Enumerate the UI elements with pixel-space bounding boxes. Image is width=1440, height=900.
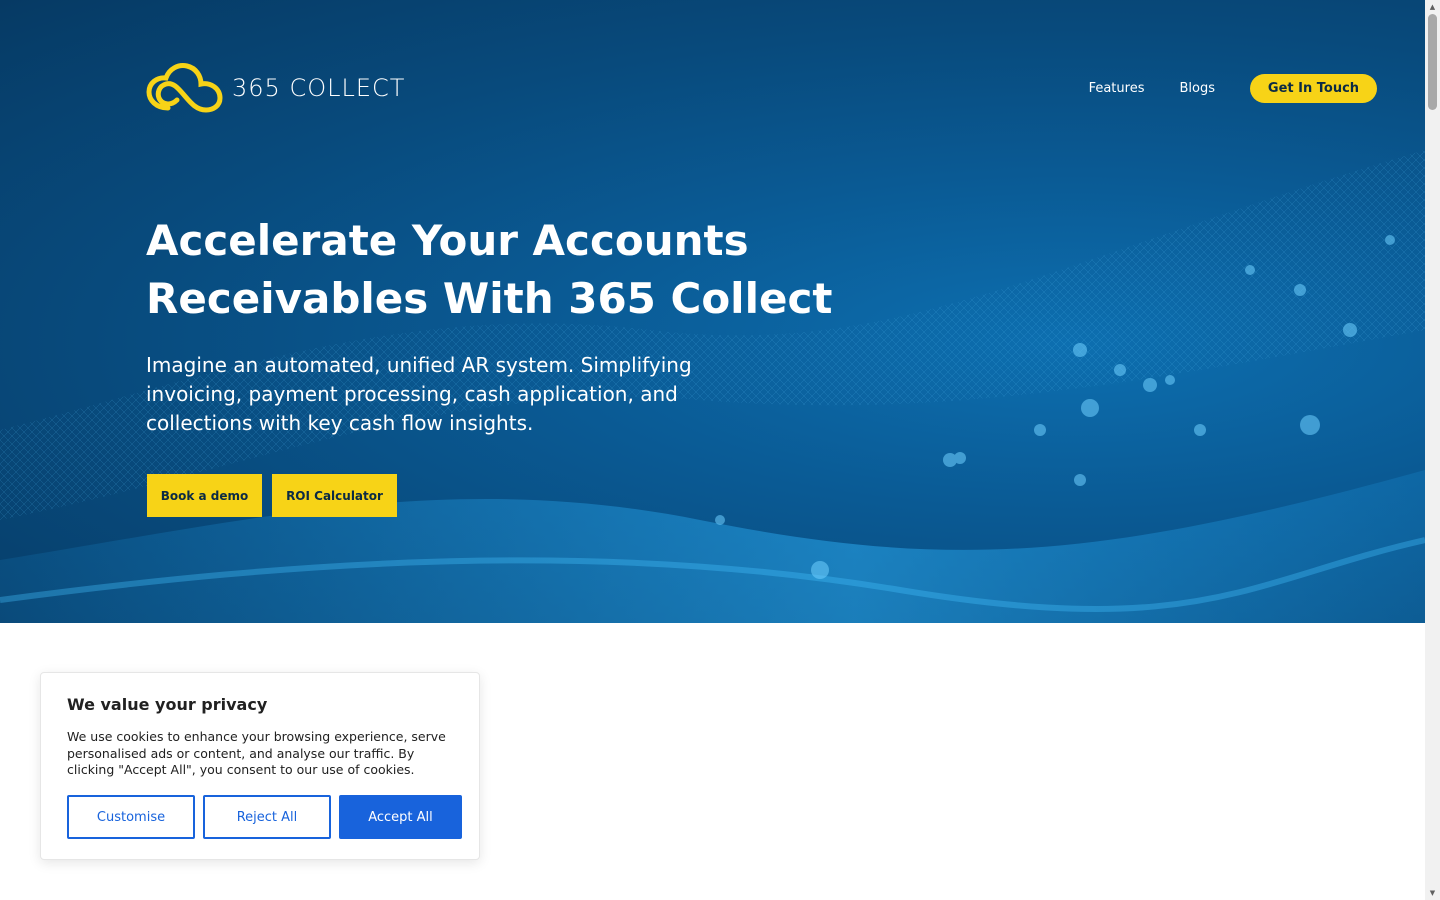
customise-button[interactable]: Customise bbox=[67, 795, 195, 839]
book-demo-button[interactable]: Book a demo bbox=[147, 474, 262, 517]
cookie-banner-text: We use cookies to enhance your browsing … bbox=[67, 729, 446, 777]
hero-subtitle: Imagine an automated, unified AR system.… bbox=[146, 353, 692, 435]
scroll-up-arrow-icon[interactable]: ▲ bbox=[1428, 2, 1437, 12]
hero-title-line-2: Receivables With 365 Collect bbox=[146, 274, 833, 323]
hero-section: 365 COLLECT Features Blogs Get In Touch … bbox=[0, 0, 1425, 623]
cookie-banner-actions: Customise Reject All Accept All bbox=[67, 795, 462, 839]
page-scrollbar[interactable]: ▲ ▼ bbox=[1425, 0, 1440, 900]
roi-calculator-button[interactable]: ROI Calculator bbox=[272, 474, 397, 517]
hero-title-line-1: Accelerate Your Accounts bbox=[146, 216, 749, 265]
cloud-infinity-icon bbox=[146, 63, 223, 113]
scrollbar-thumb[interactable] bbox=[1428, 14, 1437, 110]
nav-item-features[interactable]: Features bbox=[1089, 81, 1145, 96]
hero-actions: Book a demo ROI Calculator bbox=[147, 474, 397, 517]
main-nav: Features Blogs Get In Touch bbox=[1089, 74, 1377, 103]
cookie-consent-banner: We value your privacy We use cookies to … bbox=[40, 672, 480, 860]
nav-item-blogs[interactable]: Blogs bbox=[1179, 81, 1215, 96]
logo-text: 365 COLLECT bbox=[232, 74, 406, 102]
reject-all-button[interactable]: Reject All bbox=[203, 795, 331, 839]
get-in-touch-button[interactable]: Get In Touch bbox=[1250, 74, 1377, 103]
hero-title: Accelerate Your Accounts Receivables Wit… bbox=[146, 212, 846, 328]
accept-all-button[interactable]: Accept All bbox=[339, 795, 462, 839]
scroll-down-arrow-icon[interactable]: ▼ bbox=[1428, 888, 1437, 898]
cookie-banner-title: We value your privacy bbox=[67, 695, 268, 714]
logo[interactable]: 365 COLLECT bbox=[146, 62, 405, 114]
